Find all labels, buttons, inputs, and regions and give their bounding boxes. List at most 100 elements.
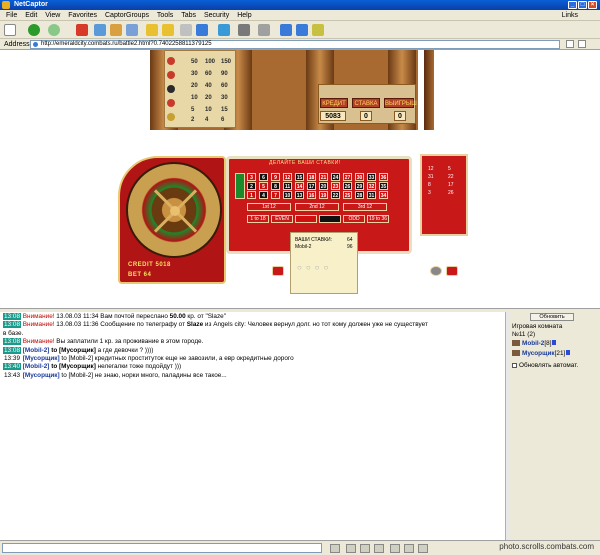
spin-button[interactable] [430, 266, 442, 276]
number-cell[interactable]: 24 [331, 173, 340, 181]
menu-captorgroups[interactable]: CaptorGroups [105, 10, 149, 21]
filter-icon[interactable] [374, 544, 384, 553]
number-cell[interactable]: 6 [259, 173, 268, 181]
chat-timestamp[interactable]: 13:08 [3, 313, 21, 320]
bet-even[interactable]: EVEN [271, 215, 293, 223]
close-icon[interactable]: × [588, 1, 597, 9]
chip-button[interactable] [272, 266, 284, 276]
number-cell[interactable]: 23 [331, 182, 340, 190]
page-icon[interactable] [280, 24, 292, 36]
number-cell[interactable]: 15 [295, 173, 304, 181]
chat-timestamp[interactable]: 13:39 [3, 355, 21, 362]
number-cell[interactable]: 10 [283, 191, 292, 199]
print-icon[interactable] [238, 24, 250, 36]
auto-refresh-checkbox[interactable] [512, 362, 517, 368]
number-cell[interactable]: 3 [247, 173, 256, 181]
chat-input[interactable] [2, 543, 322, 553]
number-cell[interactable]: 26 [343, 182, 352, 190]
menu-help[interactable]: Help [237, 10, 251, 21]
number-cell[interactable]: 20 [319, 182, 328, 190]
window-icon[interactable] [258, 24, 270, 36]
maximize-icon[interactable]: □ [578, 1, 587, 9]
zero-cell[interactable] [235, 173, 245, 199]
number-cell[interactable]: 4 [259, 191, 268, 199]
number-cell[interactable]: 1 [247, 191, 256, 199]
chat-timestamp[interactable]: 13:43 [3, 372, 21, 379]
links-menu[interactable]: Links [562, 10, 578, 21]
refresh-icon[interactable] [94, 24, 106, 36]
home-icon[interactable] [110, 24, 122, 36]
network-icon[interactable] [218, 24, 230, 36]
dozen-3[interactable]: 3rd 12 [343, 203, 387, 211]
split-icon[interactable] [296, 24, 308, 36]
number-cell[interactable]: 11 [283, 182, 292, 190]
send-icon[interactable] [330, 544, 340, 553]
format-icon[interactable] [360, 544, 370, 553]
bet-1-to-18[interactable]: 1 to 18 [247, 215, 269, 223]
translit-icon[interactable] [404, 544, 414, 553]
number-cell[interactable]: 27 [343, 173, 352, 181]
number-cell[interactable]: 19 [319, 191, 328, 199]
menu-file[interactable]: File [6, 10, 17, 21]
tab-menu-icon[interactable] [566, 40, 574, 48]
number-cell[interactable]: 18 [307, 173, 316, 181]
menu-security[interactable]: Security [204, 10, 229, 21]
menu-tabs[interactable]: Tabs [181, 10, 196, 21]
favorites-icon[interactable] [146, 24, 158, 36]
number-cell[interactable]: 16 [307, 191, 316, 199]
chat-nick[interactable]: [Мусорщик] [23, 355, 60, 362]
chat-timestamp[interactable]: 13:08 [3, 321, 21, 329]
number-cell[interactable]: 35 [379, 182, 388, 190]
tabs-icon[interactable] [196, 24, 208, 36]
number-cell[interactable]: 29 [355, 182, 364, 190]
user-icon[interactable] [390, 544, 400, 553]
user-entry[interactable]: Mobil-2[8] [512, 340, 557, 347]
number-cell[interactable]: 28 [355, 191, 364, 199]
number-cell[interactable]: 17 [307, 182, 316, 190]
stop-icon[interactable] [76, 24, 88, 36]
address-input[interactable]: http://emeraldcity.combats.ru/battle2.ht… [30, 40, 560, 49]
bet-19-to-36[interactable]: 19 to 36 [367, 215, 389, 223]
number-cell[interactable]: 7 [271, 191, 280, 199]
menu-view[interactable]: View [45, 10, 60, 21]
chat-nick[interactable]: [Mobil-2] [23, 347, 50, 354]
back-icon[interactable] [28, 24, 40, 36]
number-cell[interactable]: 13 [295, 191, 304, 199]
number-cell[interactable]: 21 [319, 173, 328, 181]
info-icon[interactable] [552, 340, 557, 345]
new-page-icon[interactable] [4, 24, 16, 36]
user-entry[interactable]: Мусорщик[21] [512, 350, 571, 357]
bet-black[interactable] [319, 215, 341, 223]
chat-nick[interactable]: [Mobil-2] [23, 363, 50, 370]
refresh-button[interactable]: Обновить [530, 313, 574, 321]
chat-timestamp[interactable]: 13:08 [3, 338, 21, 346]
number-cell[interactable]: 14 [295, 182, 304, 190]
add-favorite-icon[interactable] [162, 24, 174, 36]
chat-timestamp[interactable]: 13:08 [3, 346, 21, 354]
info-icon[interactable] [566, 350, 571, 355]
chat-timestamp[interactable]: 13:40 [3, 363, 21, 371]
number-cell[interactable]: 5 [259, 182, 268, 190]
dozen-1[interactable]: 1st 12 [247, 203, 291, 211]
layout-icon[interactable] [180, 24, 192, 36]
dozen-2[interactable]: 2nd 12 [295, 203, 339, 211]
number-cell[interactable]: 2 [247, 182, 256, 190]
number-cell[interactable]: 34 [379, 191, 388, 199]
clear-icon[interactable] [418, 544, 428, 553]
search-icon[interactable] [126, 24, 138, 36]
minimize-icon[interactable]: _ [568, 1, 577, 9]
menu-tools[interactable]: Tools [157, 10, 173, 21]
number-cell[interactable]: 31 [367, 191, 376, 199]
menu-favorites[interactable]: Favorites [68, 10, 97, 21]
number-cell[interactable]: 30 [355, 173, 364, 181]
bet-odd[interactable]: ODD [343, 215, 365, 223]
number-cell[interactable]: 8 [271, 182, 280, 190]
smiley-icon[interactable] [346, 544, 356, 553]
auto-refresh-toggle[interactable]: Обновлять автомат. [512, 362, 578, 369]
clear-bets-button[interactable] [446, 266, 458, 276]
number-cell[interactable]: 33 [367, 173, 376, 181]
number-cell[interactable]: 32 [367, 182, 376, 190]
menu-edit[interactable]: Edit [25, 10, 37, 21]
chat-nick[interactable]: [Мусорщик] [23, 372, 60, 379]
number-cell[interactable]: 22 [331, 191, 340, 199]
